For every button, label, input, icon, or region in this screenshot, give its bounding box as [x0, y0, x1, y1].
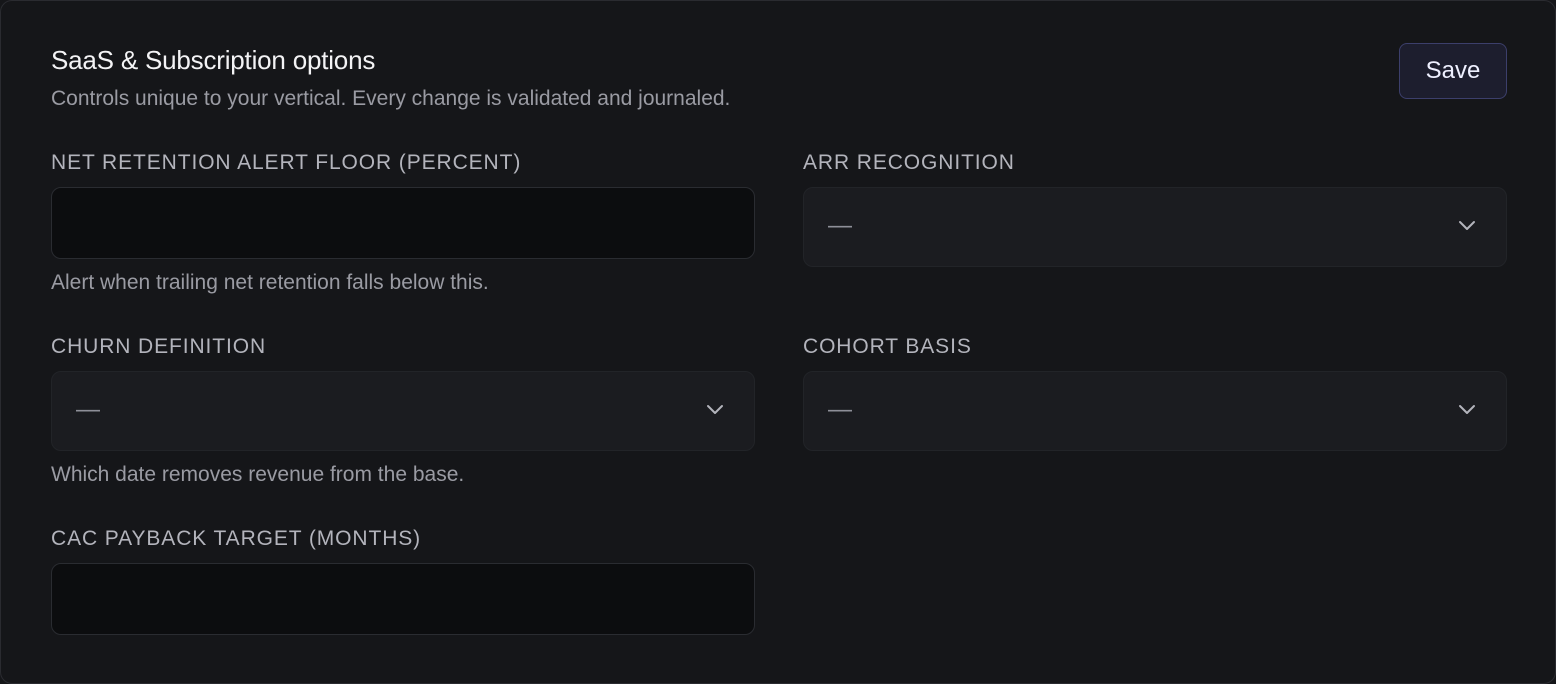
arr-recognition-label: ARR RECOGNITION	[803, 151, 1015, 174]
churn-definition-help: Which date removes revenue from the base…	[51, 463, 465, 486]
arr-recognition-select[interactable]: —	[803, 187, 1507, 267]
cohort-basis-label: COHORT BASIS	[803, 335, 972, 358]
net-retention-input[interactable]	[51, 187, 755, 259]
churn-definition-label: CHURN DEFINITION	[51, 335, 267, 358]
chevron-down-icon	[1459, 405, 1475, 414]
chevron-down-icon	[707, 405, 723, 414]
cac-payback-input[interactable]	[51, 563, 755, 635]
cohort-basis-value: —	[828, 396, 852, 423]
settings-panel: SaaS & Subscription options Controls uni…	[0, 0, 1556, 684]
page-subtitle: Controls unique to your vertical. Every …	[51, 87, 731, 110]
arr-recognition-value: —	[828, 212, 852, 239]
cac-payback-label: CAC PAYBACK TARGET (MONTHS)	[51, 527, 422, 550]
chevron-down-icon	[1459, 221, 1475, 230]
cohort-basis-select[interactable]: —	[803, 371, 1507, 451]
save-button[interactable]: Save	[1399, 43, 1507, 99]
net-retention-label: NET RETENTION ALERT FLOOR (PERCENT)	[51, 151, 522, 174]
churn-definition-value: —	[76, 396, 100, 423]
page-title: SaaS & Subscription options	[51, 45, 376, 75]
net-retention-help: Alert when trailing net retention falls …	[51, 271, 489, 294]
churn-definition-select[interactable]: —	[51, 371, 755, 451]
